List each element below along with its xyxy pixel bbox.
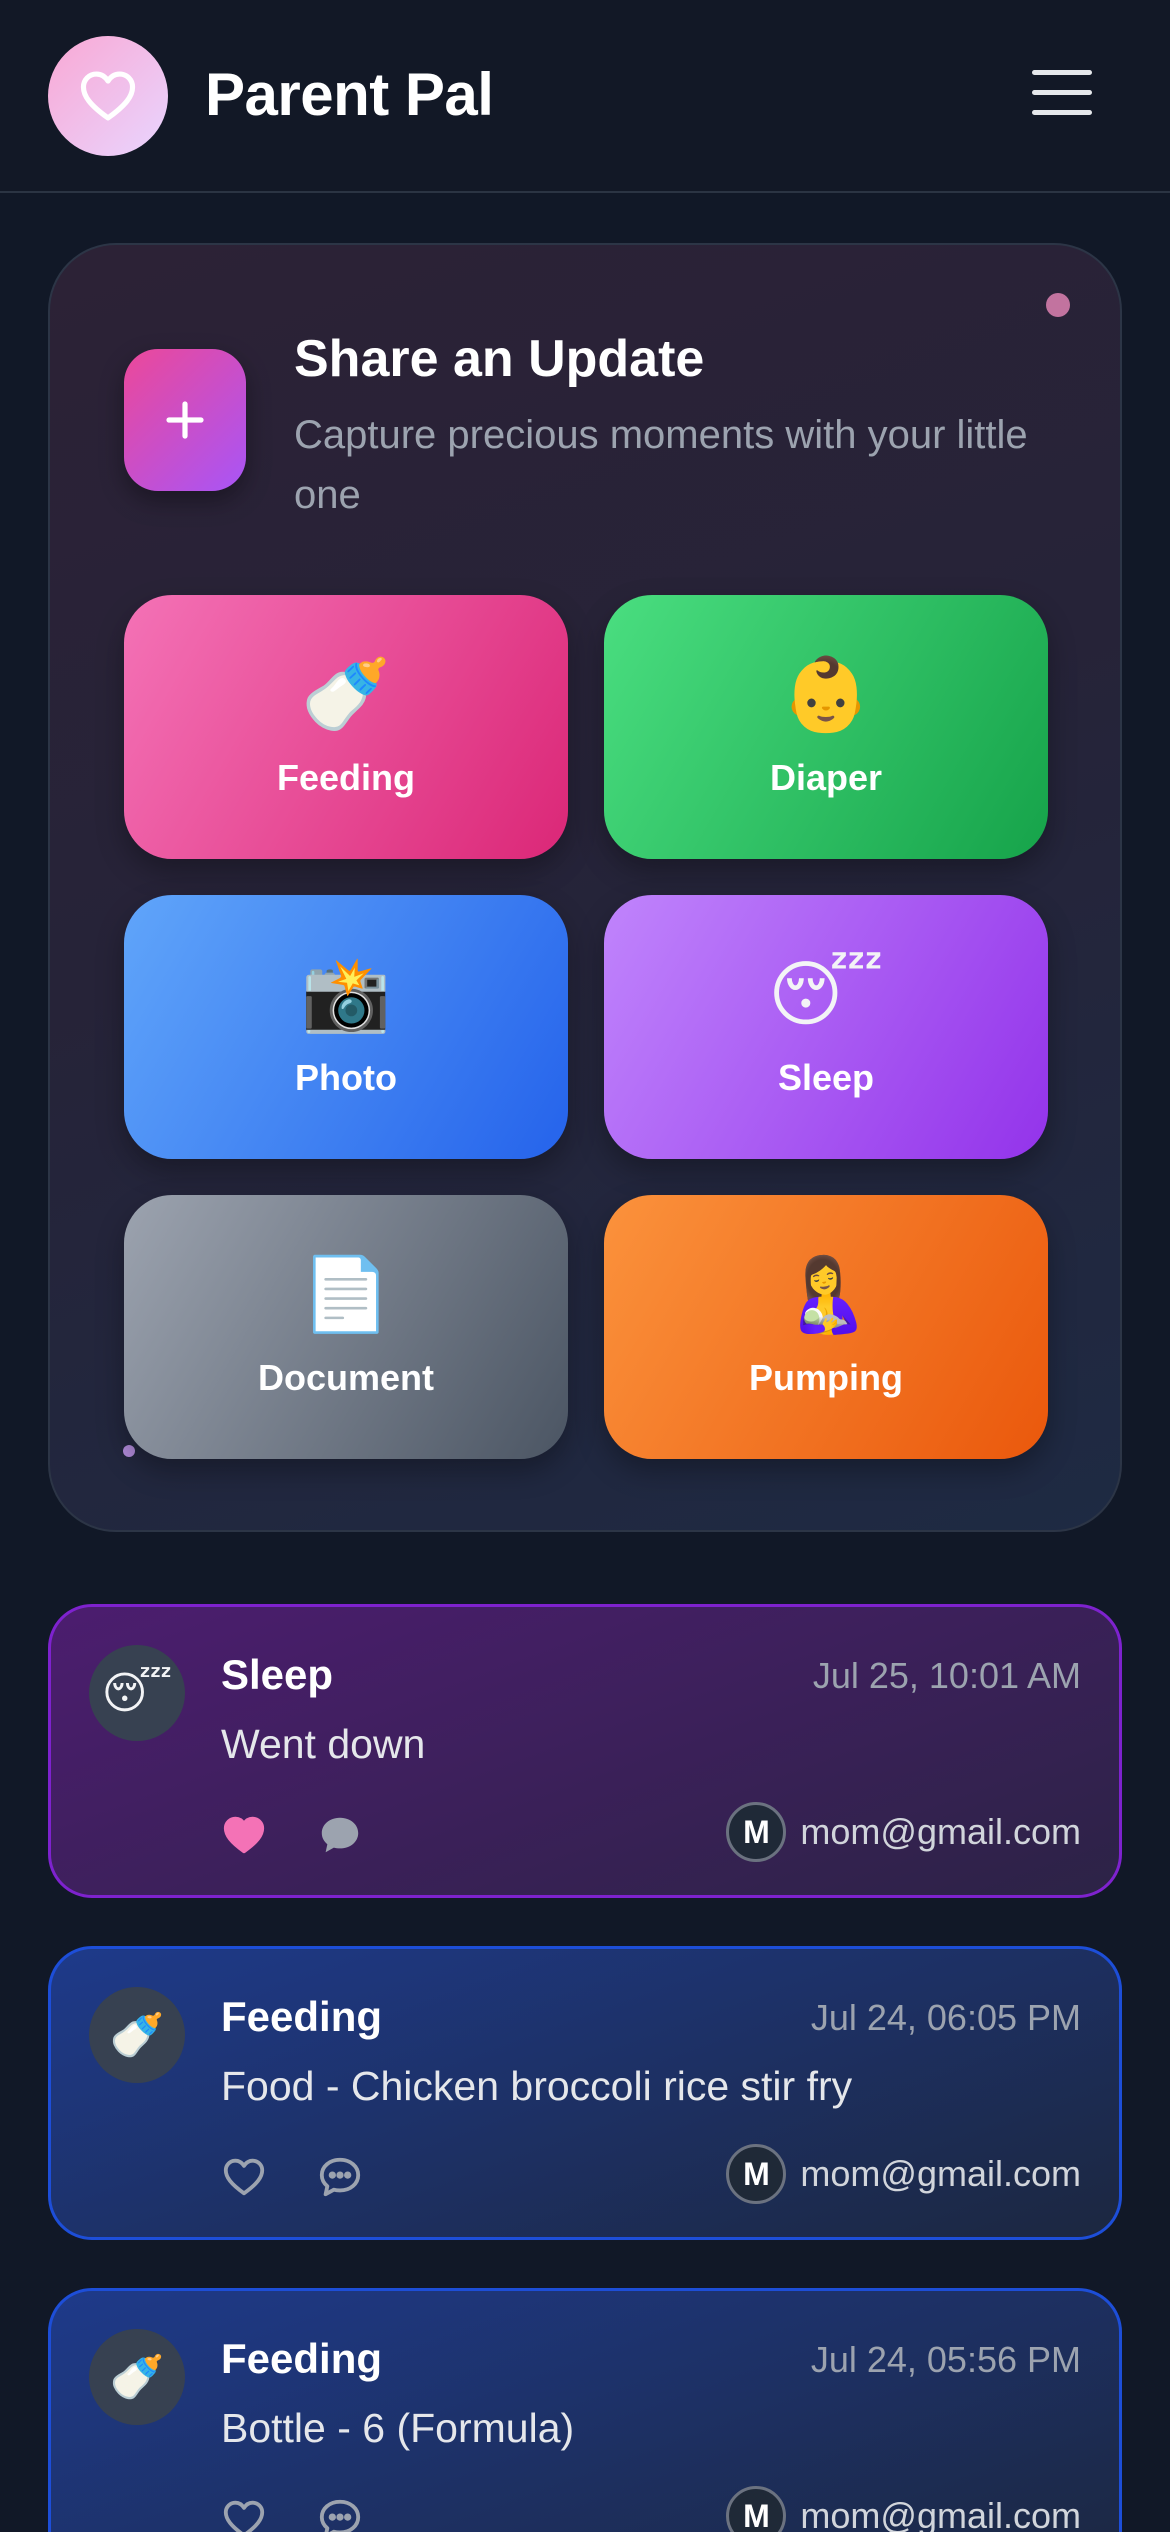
camera-flash-icon: 📸 — [301, 955, 391, 1035]
app-title: Parent Pal — [205, 61, 494, 128]
diaper-tile-button[interactable]: 👶 Diaper — [604, 595, 1048, 859]
feed-item-time: Jul 24, 05:56 PM — [810, 2339, 1081, 2380]
feed-item-author: M mom@gmail.com — [726, 2486, 1081, 2532]
avatar: M — [726, 2144, 787, 2204]
sleep-tile-button[interactable]: 😴 Sleep — [604, 895, 1048, 1159]
tile-label: Document — [257, 1357, 434, 1398]
feed-item-description: Bottle - 6 (Formula) — [221, 2405, 575, 2451]
feed-item-time: Jul 24, 06:05 PM — [810, 1997, 1081, 2038]
photo-tile-button[interactable]: 📸 Photo — [124, 895, 568, 1159]
tile-label: Pumping — [749, 1357, 903, 1398]
app-logo[interactable] — [48, 36, 168, 156]
comment-icon[interactable] — [317, 1812, 363, 1858]
baby-bottle-icon: 🍼 — [89, 1987, 185, 2083]
decorative-dot — [1046, 293, 1070, 317]
comment-icon[interactable] — [317, 2154, 363, 2200]
feeding-tile-button[interactable]: 🍼 Feeding — [124, 595, 568, 859]
feed-item-description: Went down — [221, 1721, 426, 1767]
author-email: mom@gmail.com — [800, 2495, 1081, 2532]
feed-item-type: Feeding — [221, 1993, 383, 2040]
author-email: mom@gmail.com — [800, 1811, 1081, 1852]
feed-item-description: Food - Chicken broccoli rice stir fry — [221, 2063, 853, 2109]
app-root: Parent Pal Share an Update Capture preci… — [0, 0, 1170, 2532]
like-heart-icon[interactable] — [221, 2496, 267, 2532]
pumping-tile-button[interactable]: 🤱 Pumping — [604, 1195, 1048, 1459]
feed-item-type: Feeding — [221, 2335, 383, 2382]
like-heart-icon[interactable] — [221, 2154, 267, 2200]
avatar: M — [726, 2486, 787, 2532]
hamburger-menu-icon[interactable] — [1032, 70, 1092, 120]
like-heart-icon[interactable] — [221, 1812, 267, 1858]
feed-item[interactable]: 🍼 Feeding Jul 24, 05:56 PM Bottle - 6 (F… — [48, 2288, 1122, 2532]
baby-bottle-icon: 🍼 — [89, 2329, 185, 2425]
share-subtitle: Capture precious moments with your littl… — [294, 413, 1028, 517]
plus-icon — [166, 401, 204, 439]
baby-icon: 👶 — [781, 655, 871, 735]
feed-item-author: M mom@gmail.com — [726, 1802, 1081, 1862]
tile-label: Photo — [295, 1057, 397, 1098]
heart-icon — [80, 71, 136, 121]
share-title: Share an Update — [294, 330, 705, 388]
baby-bottle-icon: 🍼 — [301, 655, 391, 735]
document-tile-button[interactable]: 📄 Document — [124, 1195, 568, 1459]
share-update-card: Share an Update Capture precious moments… — [48, 243, 1122, 1532]
tile-label: Sleep — [777, 1057, 875, 1098]
breastfeeding-icon: 🤱 — [781, 1255, 871, 1335]
author-email: mom@gmail.com — [800, 2153, 1081, 2194]
feed-item[interactable]: 🍼 Feeding Jul 24, 06:05 PM Food - Chicke… — [48, 1946, 1122, 2240]
sleeping-face-icon: 😴 — [89, 1645, 185, 1741]
document-icon: 📄 — [301, 1255, 391, 1335]
sleeping-face-icon: 😴 — [768, 955, 884, 1035]
tile-label: Diaper — [769, 757, 883, 798]
feed-item-author: M mom@gmail.com — [726, 2144, 1081, 2204]
feed-item-type: Sleep — [221, 1651, 334, 1698]
tile-label: Feeding — [276, 757, 415, 798]
decorative-dot — [123, 1445, 135, 1457]
add-update-button[interactable] — [124, 349, 246, 491]
avatar: M — [726, 1802, 787, 1862]
app-header: Parent Pal — [0, 0, 1170, 193]
feed-item-time: Jul 25, 10:01 AM — [812, 1655, 1081, 1696]
comment-icon[interactable] — [317, 2496, 363, 2532]
feed-item[interactable]: 😴 Sleep Jul 25, 10:01 AM Went down M mom… — [48, 1604, 1122, 1898]
